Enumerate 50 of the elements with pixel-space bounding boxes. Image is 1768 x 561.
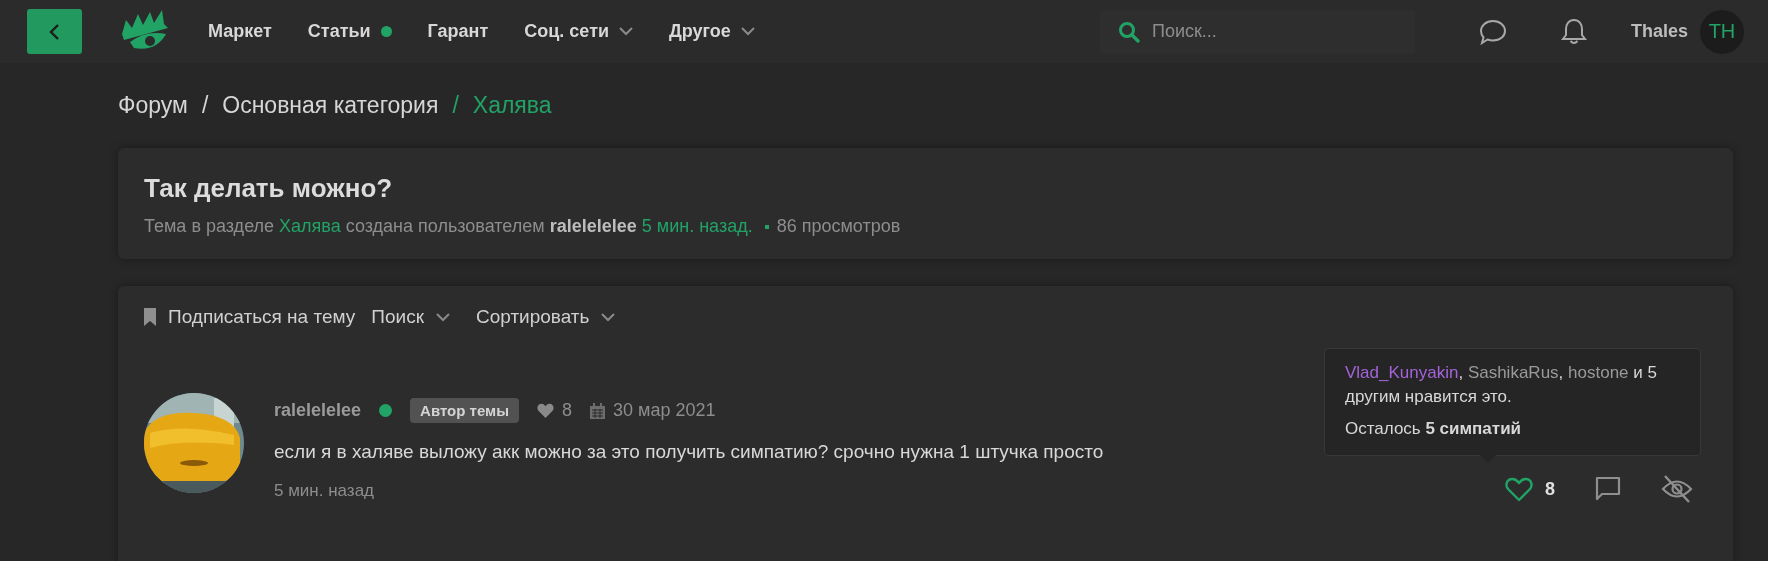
nav-link[interactable]: Маркет [208, 21, 272, 42]
chevron-down-icon [601, 312, 616, 322]
breadcrumb-link[interactable]: Основная категория [222, 91, 439, 119]
chevron-down-icon [435, 312, 450, 322]
heart-icon [1505, 476, 1533, 502]
nav-link[interactable]: Статьи [307, 21, 392, 42]
author-link[interactable]: ralelelelee [549, 216, 637, 236]
time-link[interactable]: 5 мин. назад. [641, 216, 753, 236]
reply-button[interactable] [1595, 476, 1621, 502]
nav-link[interactable]: Гарант [427, 21, 489, 42]
new-indicator-dot [380, 26, 392, 37]
section-link[interactable]: Халява [279, 216, 341, 236]
bell-icon[interactable] [1560, 17, 1587, 46]
remaining-likes: Осталось 5 симпатий [1345, 418, 1523, 440]
eye-off-icon [1661, 474, 1693, 504]
breadcrumb-separator: / [201, 91, 209, 119]
breadcrumb-link[interactable]: Форум [118, 91, 188, 119]
user-name[interactable]: Thales [1630, 21, 1688, 42]
likes-list: Vlad_Kunyakin, SashikaRus, hostone и 5 другим нравится это. [1345, 361, 1680, 409]
breadcrumb-link[interactable]: Халява [472, 91, 552, 119]
nav-link[interactable]: Соц. сети [524, 21, 633, 42]
user-link[interactable]: hostone [1568, 363, 1629, 382]
user-avatar[interactable]: TH [1700, 9, 1744, 54]
author-badge: Автор темы [410, 398, 519, 423]
bookmark-icon [144, 308, 156, 326]
like-button[interactable]: 8 [1505, 476, 1555, 502]
bullet-icon [764, 224, 769, 229]
thread-title: Так делать можно? [144, 173, 394, 204]
chevron-left-icon [47, 22, 62, 41]
author-link[interactable]: ralelelelee [274, 400, 362, 421]
chevron-down-icon [740, 27, 755, 36]
chevron-down-icon [619, 27, 633, 36]
thread-info: Тема в разделе Халява создана пользователем ralelelelee 5 мин. назад. [144, 216, 753, 237]
dropdown-button[interactable]: Сортировать [475, 306, 616, 328]
dropdown-button[interactable]: Поиск [371, 306, 450, 328]
post-time: 5 мин. назад [274, 481, 375, 501]
chat-bubble-icon[interactable] [1478, 18, 1507, 45]
views-count: 86 просмотров [776, 216, 901, 237]
likes-count: 8 [562, 400, 572, 421]
user-link[interactable]: Vlad_Kunyakin [1345, 363, 1459, 382]
user-link[interactable]: SashikaRus [1467, 363, 1559, 382]
hide-button[interactable] [1661, 474, 1693, 504]
nav-link[interactable]: Другое [669, 21, 755, 42]
post-text: если я в халяве выложу акк можно за это получить симпатию? срочно нужна 1 штучка просто [274, 441, 1104, 463]
breadcrumb-separator: / [452, 91, 459, 119]
calendar-icon [590, 402, 605, 419]
heart-icon [537, 403, 554, 418]
post-date: 30 мар 2021 [613, 400, 716, 421]
comment-icon [1595, 476, 1621, 502]
subscribe-button[interactable]: Подписаться на тему [144, 306, 356, 328]
